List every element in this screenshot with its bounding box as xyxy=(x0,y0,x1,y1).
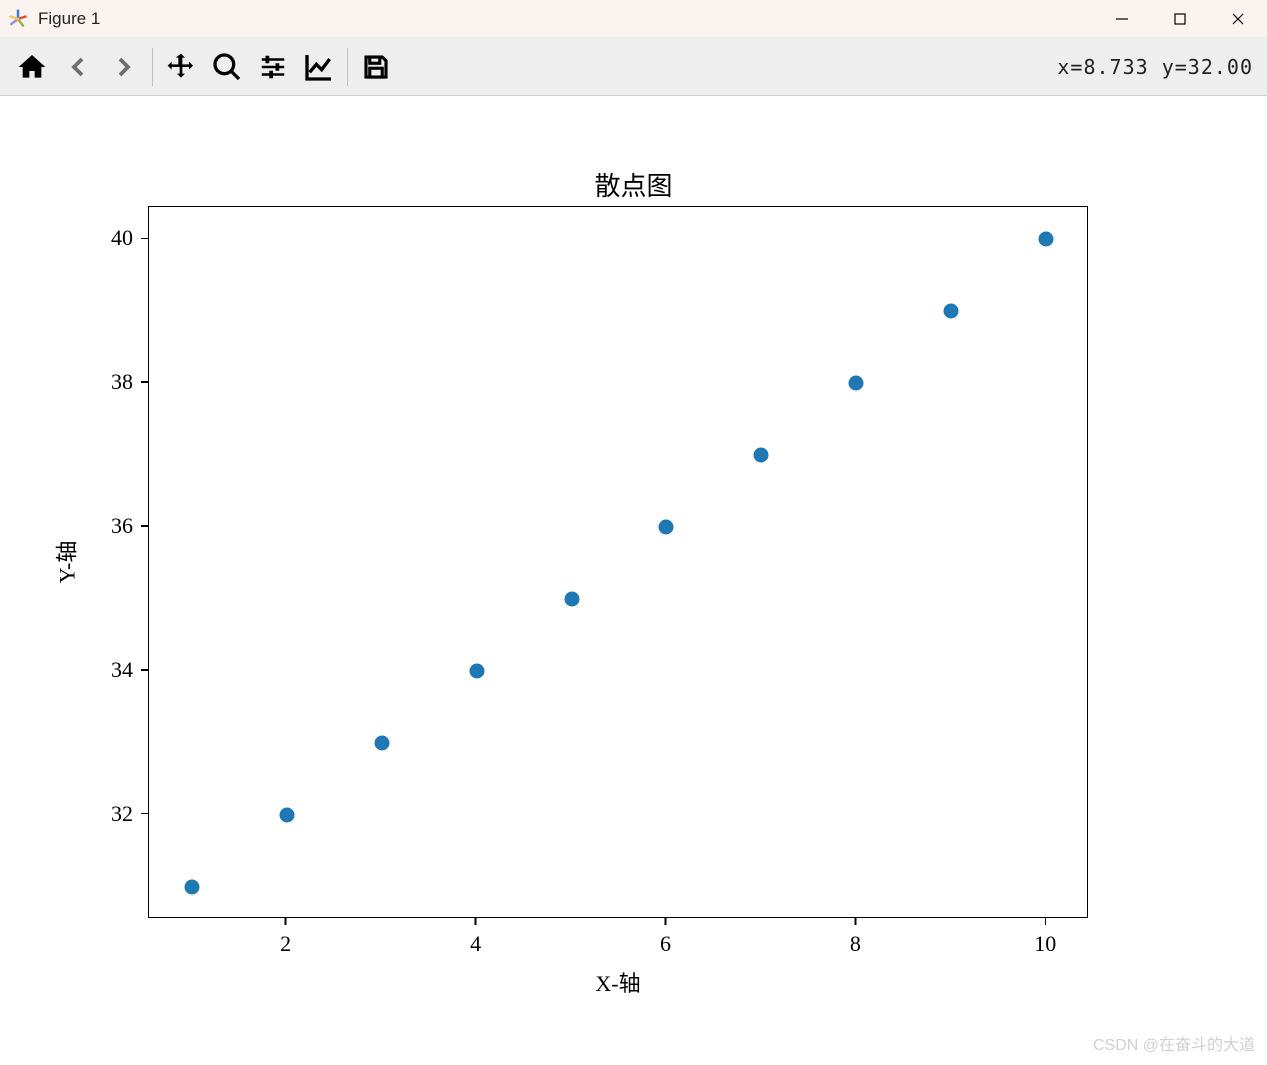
x-tick-label: 10 xyxy=(1034,931,1056,957)
data-point xyxy=(564,591,579,606)
x-tick: 10 xyxy=(1034,918,1056,968)
x-axis-ticks: 2 4 6 8 10 xyxy=(148,918,1088,968)
y-tick: 32 xyxy=(111,801,148,827)
x-tick: 4 xyxy=(470,918,481,968)
data-point xyxy=(469,663,484,678)
data-point xyxy=(184,879,199,894)
maximize-button[interactable] xyxy=(1151,0,1209,38)
app-icon xyxy=(8,9,28,29)
x-tick-label: 8 xyxy=(850,931,861,957)
x-tick-label: 2 xyxy=(280,931,291,957)
window-title: Figure 1 xyxy=(38,9,100,29)
save-button[interactable] xyxy=(354,45,398,89)
data-point xyxy=(754,448,769,463)
y-tick-label: 34 xyxy=(111,657,133,683)
y-tick: 40 xyxy=(111,225,148,251)
y-axis-ticks: 32 34 36 38 40 xyxy=(0,206,148,918)
x-tick: 2 xyxy=(280,918,291,968)
minimize-button[interactable] xyxy=(1093,0,1151,38)
toolbar: x=8.733 y=32.00 xyxy=(0,38,1267,96)
toolbar-separator xyxy=(347,48,348,86)
chart-title: 散点图 xyxy=(594,166,672,203)
data-point xyxy=(279,807,294,822)
data-point xyxy=(1039,232,1054,247)
x-tick: 6 xyxy=(660,918,671,968)
edit-axes-button[interactable] xyxy=(297,45,341,89)
home-button[interactable] xyxy=(10,45,54,89)
data-point xyxy=(659,520,674,535)
y-tick-label: 38 xyxy=(111,369,133,395)
data-point xyxy=(849,376,864,391)
zoom-button[interactable] xyxy=(205,45,249,89)
x-axis-label: X-轴 xyxy=(595,966,640,998)
x-tick: 8 xyxy=(850,918,861,968)
toolbar-separator xyxy=(152,48,153,86)
pan-button[interactable] xyxy=(159,45,203,89)
x-tick-label: 6 xyxy=(660,931,671,957)
close-button[interactable] xyxy=(1209,0,1267,38)
figure-canvas[interactable]: 散点图 Y-轴 3234363840 246810 X-轴 CSDN @在奋斗的… xyxy=(0,96,1267,1065)
forward-button[interactable] xyxy=(102,45,146,89)
x-tick-label: 4 xyxy=(470,931,481,957)
y-tick-label: 40 xyxy=(111,225,133,251)
y-tick-label: 36 xyxy=(111,513,133,539)
back-button[interactable] xyxy=(56,45,100,89)
data-point xyxy=(944,304,959,319)
y-tick: 34 xyxy=(111,657,148,683)
data-point xyxy=(374,735,389,750)
y-tick: 36 xyxy=(111,513,148,539)
configure-button[interactable] xyxy=(251,45,295,89)
watermark: CSDN @在奋斗的大道 xyxy=(1093,1031,1255,1055)
app-window: Figure 1 xyxy=(0,0,1267,1065)
y-tick-label: 32 xyxy=(111,801,133,827)
plot-area xyxy=(148,206,1088,918)
y-tick: 38 xyxy=(111,369,148,395)
titlebar: Figure 1 xyxy=(0,0,1267,38)
cursor-coordinates: x=8.733 y=32.00 xyxy=(1057,55,1257,79)
